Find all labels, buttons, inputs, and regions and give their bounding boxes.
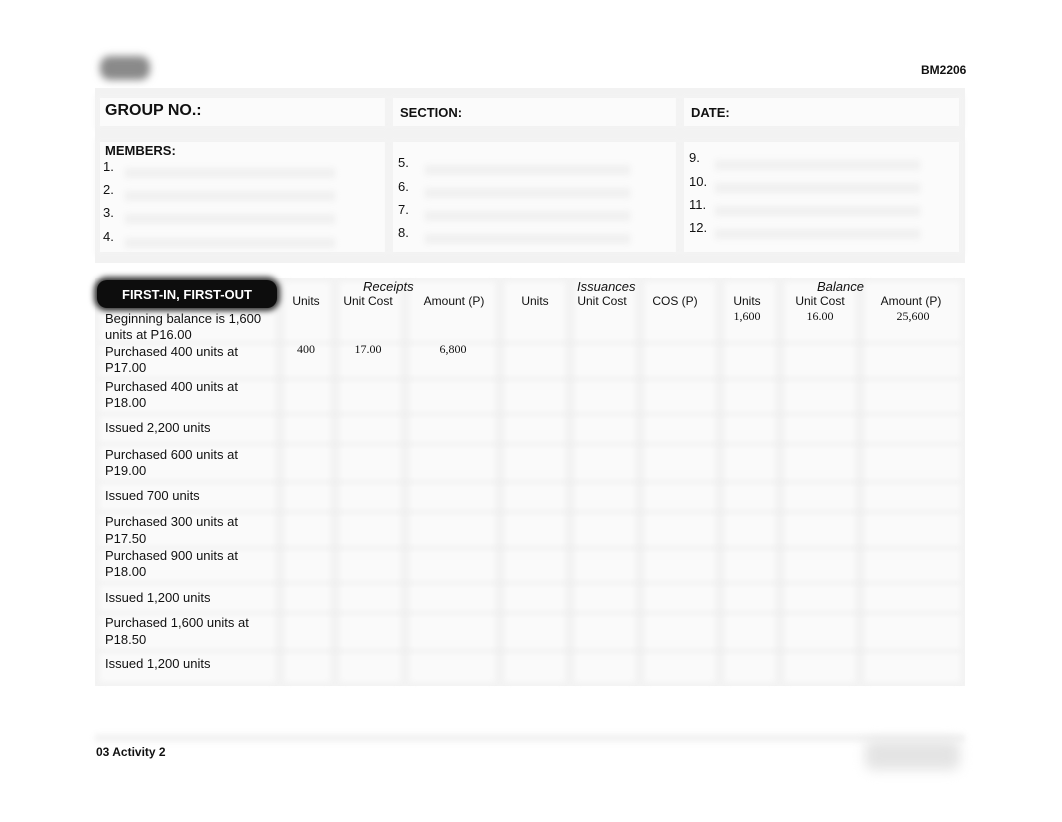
col-balance-amount: Amount (P) [880,294,942,308]
transaction-description: Issued 1,200 units [105,590,211,605]
row-divider [100,413,960,415]
col-receipts-units: Units [292,294,320,308]
footer-divider [95,734,965,742]
blurred-footer-text [865,740,960,770]
member-number: 11. [689,197,707,212]
member-number: 9. [689,150,700,165]
document-code: BM2206 [921,63,967,77]
member-number: 4. [103,229,114,244]
member-name-input[interactable] [715,183,920,193]
section-label: SECTION: [400,105,463,120]
col-issuances-unit-cost: Unit Cost [577,294,627,308]
member-name-input[interactable] [715,229,920,239]
row-divider [100,582,960,584]
issuances-group-title: Issuances [577,279,636,294]
transaction-description: Beginning balance is 1,600 units at P16.… [105,311,262,342]
member-number: 5. [398,155,409,170]
receipts-amount-cell: 6,800 [439,342,467,356]
member-number: 6. [398,179,409,194]
activity-label: 03 Activity 2 [96,745,166,759]
transaction-description: Purchased 900 units at P18.00 [105,548,238,579]
member-name-input[interactable] [715,160,920,170]
balance-unit-cost-cell: 16.00 [806,309,834,323]
row-divider [100,650,960,652]
col-balance-unit-cost: Unit Cost [795,294,845,308]
transaction-description: Purchased 600 units at P19.00 [105,447,238,478]
member-name-input[interactable] [715,206,920,216]
member-number: 3. [103,205,114,220]
members-label: MEMBERS: [105,143,176,158]
member-name-input[interactable] [125,168,335,178]
member-number: 2. [103,182,114,197]
member-name-input[interactable] [125,191,335,201]
member-name-input[interactable] [425,165,630,175]
balance-amount-cell: 25,600 [896,309,930,323]
transaction-description: Purchased 400 units at P17.00 [105,344,238,375]
transaction-description: Issued 1,200 units [105,656,211,671]
member-name-input[interactable] [425,211,630,221]
member-name-input[interactable] [125,238,335,248]
group-no-label: GROUP NO.: [105,102,202,119]
member-number: 8. [398,225,409,240]
logo-icon [100,56,150,80]
member-number: 1. [103,159,114,174]
member-number: 12. [689,220,708,235]
transaction-description: Purchased 300 units at P17.50 [105,514,238,546]
member-number: 7. [398,202,409,217]
row-divider [100,481,960,483]
member-name-input[interactable] [125,214,335,224]
transaction-description: Issued 700 units [105,488,200,503]
col-issuances-units: Units [521,294,549,308]
receipts-units-cell: 400 [297,342,315,356]
member-name-input[interactable] [425,188,630,198]
col-issuances-cos: COS (P) [652,294,698,308]
transaction-description: Issued 2,200 units [105,420,211,435]
fifo-method-badge: FIRST-IN, FIRST-OUT [97,280,277,308]
receipts-unit-cost-cell: 17.00 [354,342,382,356]
balance-units-cell: 1,600 [733,309,761,323]
col-receipts-unit-cost: Unit Cost [343,294,393,308]
balance-group-title: Balance [817,279,864,294]
transaction-description: Purchased 1,600 units at P18.50 [105,615,249,647]
transaction-description: Purchased 400 units at P18.00 [105,379,238,410]
row-divider [100,443,960,445]
member-number: 10. [689,174,708,189]
col-receipts-amount: Amount (P) [423,294,485,308]
member-name-input[interactable] [425,234,630,244]
date-label: DATE: [691,105,730,120]
col-balance-units: Units [733,294,761,308]
receipts-group-title: Receipts [363,279,414,294]
